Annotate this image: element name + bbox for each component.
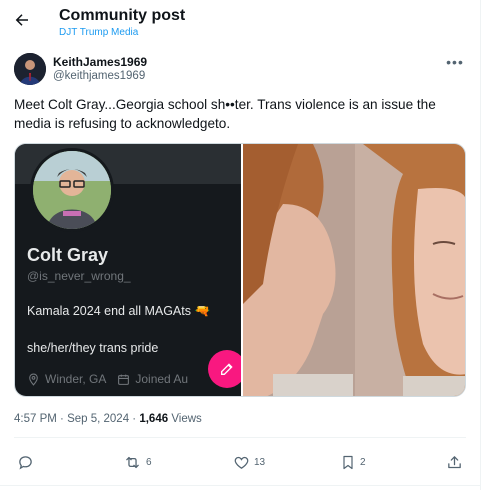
action-bar: 6 13 2 <box>0 449 481 475</box>
profile-name: Colt Gray <box>27 245 109 265</box>
calendar-icon <box>118 374 130 385</box>
bookmark-button[interactable]: 2 <box>340 449 366 475</box>
avatar-image <box>14 53 46 85</box>
repost-button[interactable]: 6 <box>123 449 152 475</box>
post-page: Community post DJT Trump Media KeithJame… <box>0 0 481 490</box>
profile-bio-line-1: Kamala 2024 end all MAGAts 🔫 <box>27 304 211 318</box>
post-meta: 4:57 PM · Sep 5, 2024 · 1,646 Views <box>14 413 202 425</box>
profile-meta: Winder, GA Joined Au <box>27 372 188 386</box>
divider <box>14 437 466 438</box>
bookmark-icon <box>343 455 353 469</box>
post-media[interactable]: Colt Gray @is_never_wrong_ Kamala 2024 e… <box>14 143 466 397</box>
more-options-button[interactable]: ••• <box>444 54 466 70</box>
community-link[interactable]: DJT Trump Media <box>59 27 138 38</box>
mugshot-image <box>243 144 465 396</box>
author-name[interactable]: KeithJames1969 <box>53 55 147 69</box>
media-mugshot-photo[interactable] <box>243 144 465 396</box>
bookmark-count: 2 <box>360 456 366 468</box>
profile-avatar <box>30 148 114 232</box>
repost-count: 6 <box>146 456 152 468</box>
reply-button[interactable] <box>17 449 38 475</box>
back-button[interactable] <box>10 8 34 32</box>
heart-icon <box>234 456 249 469</box>
reply-icon <box>19 455 32 470</box>
repost-icon <box>126 456 139 468</box>
media-profile-screenshot[interactable]: Colt Gray @is_never_wrong_ Kamala 2024 e… <box>15 144 241 396</box>
views-count: 1,646 <box>139 413 169 425</box>
author-handle[interactable]: @keithjames1969 <box>53 70 145 82</box>
page-header: Community post DJT Trump Media <box>0 0 480 44</box>
profile-location: Winder, GA <box>45 372 107 386</box>
page-title: Community post <box>59 7 186 24</box>
post-text: Meet Colt Gray...Georgia school sh••ter.… <box>14 97 436 131</box>
profile-bio-line-2: she/her/they trans pride <box>27 341 159 355</box>
like-button[interactable]: 13 <box>233 449 265 475</box>
ellipsis-icon: ••• <box>446 54 464 70</box>
profile-joined: Joined Au <box>135 372 189 386</box>
like-count: 13 <box>254 456 266 468</box>
arrow-left-icon <box>15 14 28 26</box>
post-time[interactable]: 4:57 PM <box>14 413 57 425</box>
views-label: Views <box>171 413 202 425</box>
compose-fab <box>208 350 241 388</box>
divider <box>0 485 481 486</box>
avatar[interactable] <box>14 53 46 85</box>
share-button[interactable] <box>446 449 463 475</box>
compose-icon <box>221 363 233 375</box>
share-icon <box>448 455 461 468</box>
post-date[interactable]: Sep 5, 2024 <box>67 413 129 425</box>
location-pin-icon <box>29 373 38 386</box>
profile-handle: @is_never_wrong_ <box>27 269 131 283</box>
